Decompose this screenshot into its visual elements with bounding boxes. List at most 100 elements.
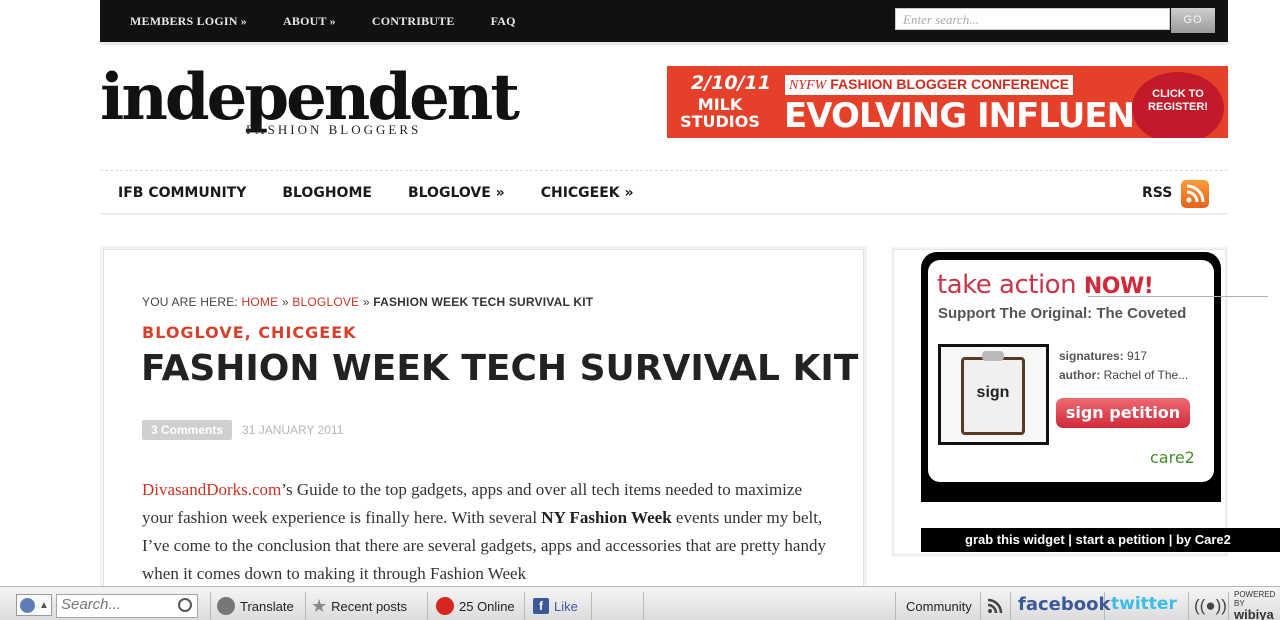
collapse-arrow-icon: ▲ [39,600,49,611]
clipboard-image[interactable]: sign [938,344,1049,445]
post-body: DivasandDorks.com’s Guide to the top gad… [142,476,832,588]
banner-tagline-text: FASHION BLOGGER CONFERENCE [830,76,1070,92]
care2-logo-word: care [1150,448,1185,467]
toolbar-divider [210,592,211,620]
heading-rule [1088,296,1268,297]
toolbar-search-placeholder: Search... [61,596,122,613]
signatures-count: signatures: 917 [1059,349,1147,363]
toolbar-divider [643,592,644,620]
search-icon[interactable] [178,598,192,612]
breadcrumb: YOU ARE HERE: HOME » BLOGLOVE » FASHION … [142,295,593,309]
comments-count-badge[interactable]: 3 Comments [142,420,233,440]
banner-register-badge[interactable]: CLICK TO REGISTER! [1132,72,1224,138]
conference-banner-ad[interactable]: 2/10/11 MILK STUDIOS NYFW FASHION BLOGGE… [667,66,1228,138]
powered-by-label: POWERED BY [1234,590,1276,608]
clipboard-clip-icon [982,351,1004,361]
petition-author: author: Rachel of The... [1059,368,1188,382]
toolbar-divider [895,592,896,620]
like-label: Like [554,598,578,614]
nav-faq[interactable]: FAQ [491,14,516,29]
care2-logo[interactable]: care2 [1150,448,1195,467]
petition-widget-body: take action NOW! Support The Original: T… [928,260,1268,482]
main-nav-chicgeek[interactable]: CHICGEEK » [541,185,634,201]
nav-about[interactable]: ABOUT » [283,14,336,29]
petition-widget: take action NOW! Support The Original: T… [921,252,1268,502]
broadcast-button[interactable]: ((●)) [1194,594,1227,618]
nav-contribute[interactable]: CONTRIBUTE [372,14,455,29]
post-categories[interactable]: BLOGLOVE, CHICGEEK [142,323,357,342]
breadcrumb-separator: » [362,295,370,309]
breadcrumb-bloglove[interactable]: BLOGLOVE [292,295,359,309]
toolbar-rss-button[interactable] [986,594,1004,618]
toolbar-divider [1010,592,1011,620]
care2-logo-number: 2 [1184,448,1195,467]
sign-petition-button[interactable]: sign petition [1056,398,1190,428]
rss-link[interactable]: RSS [1142,185,1172,201]
toolbar-divider [1228,592,1229,620]
star-icon: ★ [311,595,328,616]
recent-posts-label: Recent posts [331,598,408,614]
author-label: author: [1059,368,1101,382]
signatures-value: 917 [1127,349,1148,363]
facebook-like-button[interactable]: f Like [533,594,578,618]
main-nav-ifb-community[interactable]: IFB COMMUNITY [118,185,246,201]
search-go-button[interactable]: GO [1171,8,1215,33]
online-person-icon [436,597,454,615]
wibiya-wordmark: wibiya [1234,607,1274,620]
widget-footer-links[interactable]: grab this widget | start a petition | by… [921,528,1280,552]
banner-date: 2/10/11 [691,72,771,94]
toolbar-divider [1188,592,1189,620]
rss-icon[interactable] [1181,180,1209,208]
wibiya-logo[interactable]: POWERED BY wibiya [1234,590,1280,620]
banner-headline: EVOLVING INFLUENCE [784,96,1181,136]
toolbar-search-input[interactable]: Search... [56,594,198,618]
broadcast-icon: ((●)) [1194,596,1227,615]
nav-members-login[interactable]: MEMBERS LOGIN » [130,14,247,29]
online-count: 25 Online [459,598,515,614]
toolbar-rss-icon [987,598,1003,614]
twitter-button[interactable]: twitter [1111,594,1177,614]
clipboard-icon: sign [961,357,1025,435]
author-value: Rachel of The... [1103,368,1189,382]
translate-label: Translate [240,598,294,614]
toolbar-divider [524,592,525,620]
site-logo[interactable]: independent FASHION BLOGGERS [100,60,520,150]
breadcrumb-prefix: YOU ARE HERE: [142,295,238,309]
banner-venue: MILK STUDIOS [680,95,760,131]
toolbar-divider [980,592,981,620]
post-meta: 3 Comments 31 JANUARY 2011 [142,420,343,440]
toolbar-divider [591,592,592,620]
divas-and-dorks-link[interactable]: DivasandDorks.com [142,480,281,499]
clipboard-sign-label: sign [976,384,1010,401]
toolbar-divider [305,592,306,620]
take-action-text: take action [937,270,1077,300]
post-date: 31 JANUARY 2011 [242,423,344,437]
online-users-button[interactable]: 25 Online [436,594,515,618]
recent-posts-button[interactable]: ★ Recent posts [311,594,407,618]
main-nav-bloglove[interactable]: BLOGLOVE » [408,185,505,201]
signatures-label: signatures: [1059,349,1124,363]
community-label: Community [906,598,972,614]
facebook-button[interactable]: facebook [1018,594,1110,615]
translate-globe-icon [217,597,235,615]
community-button[interactable]: Community [906,594,972,618]
article-panel: YOU ARE HERE: HOME » BLOGLOVE » FASHION … [103,249,864,620]
toolbar-toggle[interactable]: ▲ [16,594,52,616]
main-nav-bloghome[interactable]: BLOGHOME [282,185,372,201]
breadcrumb-home[interactable]: HOME [242,295,279,309]
globe-icon [20,598,35,613]
site-search-input[interactable]: Enter search... [895,8,1170,30]
post-title: FASHION WEEK TECH SURVIVAL KIT [141,348,859,389]
logo-subtitle: FASHION BLOGGERS [246,122,422,137]
breadcrumb-current: FASHION WEEK TECH SURVIVAL KIT [373,295,594,309]
translate-button[interactable]: Translate [217,594,294,618]
banner-tagline: NYFW FASHION BLOGGER CONFERENCE [785,75,1074,95]
banner-tagline-prefix: NYFW [789,78,827,93]
breadcrumb-separator: » [281,295,289,309]
main-nav-items: IFB COMMUNITY BLOGHOME BLOGLOVE » CHICGE… [118,185,670,201]
petition-title[interactable]: Support The Original: The Coveted [938,305,1186,322]
main-nav: IFB COMMUNITY BLOGHOME BLOGLOVE » CHICGE… [100,170,1228,215]
body-bold-text: NY Fashion Week [541,508,672,527]
facebook-f-icon: f [533,598,549,614]
top-bar: MEMBERS LOGIN » ABOUT » CONTRIBUTE FAQ E… [100,0,1228,45]
